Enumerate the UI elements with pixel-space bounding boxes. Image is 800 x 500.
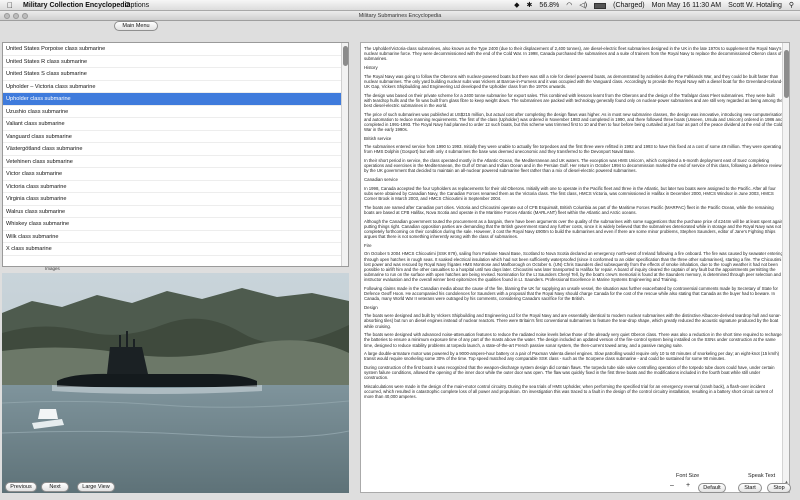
options-menu[interactable]: Options	[125, 0, 149, 11]
list-item[interactable]: Vanguard class submarine	[3, 131, 348, 143]
list-item[interactable]: Virginia class submarine	[3, 193, 348, 206]
clock[interactable]: Mon May 16 11:30 AM	[652, 0, 722, 11]
list-item[interactable]: Upholder class submarine	[3, 93, 348, 106]
article-paragraph: The price of such submarines was publish…	[364, 111, 783, 132]
article-paragraph: The Royal Navy was going to follow the O…	[364, 73, 783, 89]
article-scroll-thumb[interactable]	[784, 50, 789, 98]
article-scrollbar[interactable]: ▲ ▼	[782, 43, 789, 492]
minimize-window-button[interactable]	[13, 13, 19, 19]
window-controls	[4, 13, 28, 19]
article-paragraph: A large double-armature motor was powere…	[364, 351, 780, 362]
article-heading: History	[364, 64, 378, 70]
article-heading: Design	[364, 304, 378, 310]
list-item[interactable]: Victor class submarine	[3, 168, 348, 181]
list-item[interactable]: Wilk class submarine	[3, 231, 348, 243]
font-size-label: Font Size	[676, 473, 700, 479]
article-paragraph: In 1998, Canada accepted the four Uphold…	[364, 185, 776, 202]
article-paragraph: During construction of the first boats i…	[364, 365, 775, 381]
apple-icon[interactable]: 	[7, 0, 13, 11]
large-view-button[interactable]: Large View	[77, 482, 115, 492]
next-button[interactable]: Next	[41, 482, 69, 492]
submarine-list-items: United States Porpoise class submarine Un…	[3, 43, 348, 256]
default-font-button[interactable]: Default	[698, 483, 726, 493]
previous-button[interactable]: Previous	[5, 482, 37, 492]
article-paragraph: Although the Canadian government touted …	[364, 218, 783, 239]
article-paragraph: The Upholder/Victoria-class submarines, …	[364, 46, 782, 62]
article-paragraph: In their short period in service, the cl…	[364, 158, 782, 174]
list-item[interactable]: Uzushio class submarine	[3, 106, 348, 118]
list-item[interactable]: Walrus class submarine	[3, 206, 348, 218]
submarine-photo-image	[2, 273, 349, 493]
article-paragraph: The boats were designed with advanced no…	[364, 332, 782, 348]
article-paragraph: The submarines entered service from 1990…	[364, 144, 781, 155]
article-body: The Upholder/Victoria-class submarines, …	[364, 46, 783, 399]
article-paragraph: The boats were designed and built by Vic…	[364, 313, 781, 329]
article-heading: Fire	[364, 242, 372, 248]
article-paragraph: On October 5 2004 HMCS Chicoutimi (SSK 8…	[364, 251, 783, 282]
font-increase-button[interactable]: +	[686, 482, 690, 489]
wifi-icon[interactable]: ◠	[566, 0, 572, 11]
list-item[interactable]: Whiskey class submarine	[3, 218, 348, 231]
zoom-window-button[interactable]	[22, 13, 28, 19]
zoom-level[interactable]: 56.8%	[539, 0, 559, 11]
app-window: Military Submarines Encyclopedia Main Me…	[0, 11, 800, 500]
article-paragraph: Following claims made in the Canadian me…	[364, 285, 778, 301]
list-item[interactable]: Upholder – Victoria class submarine	[3, 81, 348, 93]
font-decrease-button[interactable]: –	[670, 482, 674, 489]
menu-extras: ◆ ✱ 56.8% ◠ ◁) (Charged) Mon May 16 11:3…	[514, 0, 794, 11]
window-title: Military Submarines Encyclopedia	[358, 13, 442, 19]
close-window-button[interactable]	[4, 13, 10, 19]
article-paragraph: The boats are named after Canadian port …	[364, 204, 774, 215]
speak-start-button[interactable]: Start	[738, 483, 762, 493]
article-heading: Canadian service	[364, 177, 398, 183]
list-item[interactable]: Västergötland class submarine	[3, 143, 348, 156]
bluetooth-icon[interactable]: ✱	[527, 0, 533, 11]
spotlight-icon[interactable]: ⚲	[789, 0, 794, 11]
list-item[interactable]: X class submarine	[3, 243, 348, 256]
list-item[interactable]: United States Porpoise class submarine	[3, 43, 348, 56]
list-item[interactable]: United States R class submarine	[3, 56, 348, 68]
battery-icon[interactable]	[594, 2, 607, 9]
list-scrollbar[interactable]	[341, 43, 348, 266]
user-name[interactable]: Scott W. Hotaling	[728, 0, 782, 11]
article-paragraph: Miscalculations were made in the design …	[364, 384, 773, 400]
window-titlebar: Military Submarines Encyclopedia	[0, 11, 800, 21]
app-menu[interactable]: Military Collection Encyclopedia	[23, 0, 130, 11]
article-text-view[interactable]: The Upholder/Victoria-class submarines, …	[360, 42, 790, 493]
list-item[interactable]: Victoria class submarine	[3, 181, 348, 193]
volume-icon[interactable]: ◁)	[579, 0, 587, 11]
article-paragraph: The design was based on their private sc…	[364, 92, 783, 108]
speak-text-label: Speak Text	[748, 473, 776, 479]
speak-stop-button[interactable]: Stop	[767, 483, 791, 493]
images-label: Images	[45, 266, 60, 271]
article-heading: British service	[364, 135, 392, 141]
list-item[interactable]: Vetehinen class submarine	[3, 156, 348, 168]
list-item[interactable]: United States S class submarine	[3, 68, 348, 81]
submarine-list[interactable]: United States Porpoise class submarine Un…	[2, 42, 349, 267]
list-scroll-thumb[interactable]	[343, 46, 348, 66]
status-icon[interactable]: ◆	[514, 0, 519, 11]
main-menu-button[interactable]: Main Menu	[114, 21, 158, 31]
list-item[interactable]: Valiant class submarine	[3, 118, 348, 131]
menu-bar:  Military Collection Encyclopedia Optio…	[0, 0, 800, 11]
battery-status: (Charged)	[613, 2, 645, 9]
submarine-photo	[2, 273, 349, 493]
